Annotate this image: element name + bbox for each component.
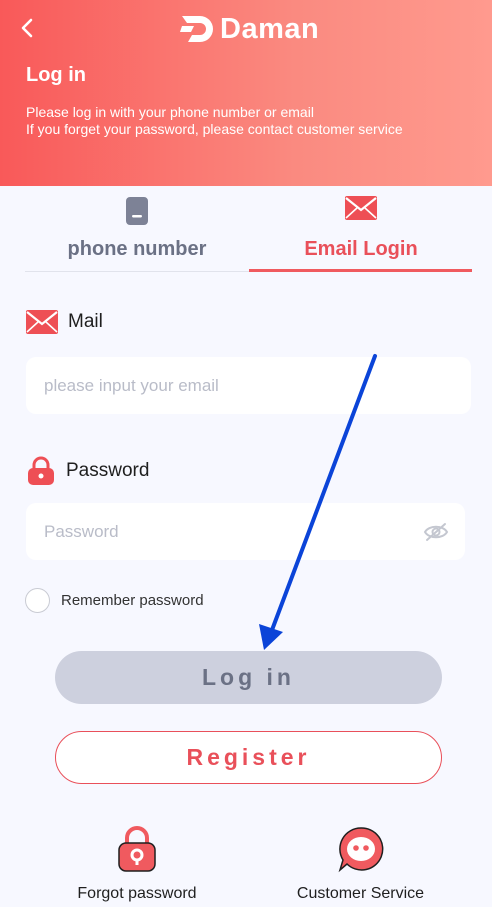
remember-label: Remember password	[61, 592, 204, 609]
login-tabs: phone number Email Login	[25, 186, 472, 272]
password-input[interactable]	[26, 503, 465, 560]
password-field-container	[26, 503, 465, 560]
back-arrow-icon[interactable]	[14, 14, 42, 42]
tab-phone-number[interactable]: phone number	[25, 186, 249, 271]
register-button[interactable]: Register	[55, 731, 442, 784]
password-label-text: Password	[66, 460, 150, 481]
lock-icon	[118, 826, 156, 872]
tab-email-label: Email Login	[304, 238, 418, 260]
customer-service-link[interactable]: Customer Service	[293, 825, 428, 903]
email-field-container	[26, 357, 471, 414]
chat-bubble-icon	[338, 827, 383, 873]
lock-icon	[28, 456, 54, 485]
remember-password-checkbox[interactable]: Remember password	[25, 588, 204, 613]
customer-service-label: Customer Service	[296, 885, 425, 902]
password-field-label: Password	[26, 456, 149, 486]
page-title: Log in	[26, 64, 86, 86]
daman-logo-icon	[180, 16, 213, 42]
logo: Daman	[180, 10, 319, 48]
eye-off-icon[interactable]	[423, 521, 449, 543]
subtitle-line-2: If you forget your password, please cont…	[26, 121, 403, 137]
tab-phone-label: phone number	[67, 238, 207, 260]
mail-label-text: Mail	[68, 311, 103, 332]
email-input[interactable]	[26, 357, 471, 414]
subtitle-line-1: Please log in with your phone number or …	[26, 104, 314, 120]
logo-text: Daman	[220, 12, 320, 45]
login-button[interactable]: Log in	[55, 651, 442, 704]
phone-icon	[126, 197, 148, 225]
mail-icon	[26, 310, 58, 334]
header: Daman Log in Please log in with your pho…	[0, 0, 492, 186]
remember-radio[interactable]	[25, 588, 50, 613]
page-subtitle: Please log in with your phone number or …	[26, 104, 403, 138]
tab-email-login[interactable]: Email Login	[249, 186, 473, 271]
active-tab-indicator	[249, 269, 472, 272]
forgot-password-label: Forgot password	[77, 885, 197, 902]
mail-field-label: Mail	[26, 310, 103, 334]
mail-icon	[345, 196, 377, 220]
forgot-password-link[interactable]: Forgot password	[77, 825, 197, 903]
